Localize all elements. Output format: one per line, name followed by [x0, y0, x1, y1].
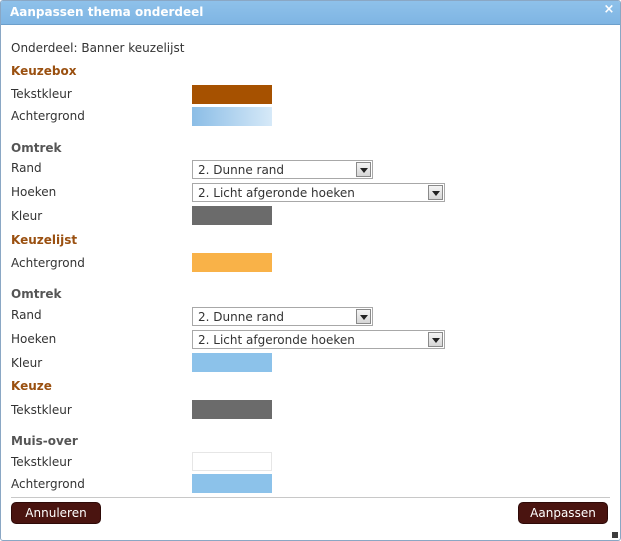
apply-button[interactable]: Aanpassen: [518, 502, 608, 524]
omtrek2-corners-label: Hoeken: [11, 332, 57, 346]
section-muis-over: Muis-over: [11, 434, 78, 448]
omtrek1-corners-select[interactable]: 2. Licht afgeronde hoeken: [192, 183, 445, 202]
chevron-down-icon[interactable]: [356, 309, 371, 324]
chevron-down-icon[interactable]: [428, 185, 443, 200]
keuzebox-background-label: Achtergrond: [11, 109, 85, 123]
omtrek2-border-label: Rand: [11, 308, 42, 322]
muisover-text-color-swatch[interactable]: [192, 452, 272, 471]
section-omtrek-2: Omtrek: [11, 287, 62, 301]
omtrek1-border-label: Rand: [11, 161, 42, 175]
section-keuze: Keuze: [11, 379, 52, 393]
omtrek1-color-swatch[interactable]: [192, 206, 272, 225]
section-keuzelijst: Keuzelijst: [11, 233, 78, 247]
keuzelijst-background-label: Achtergrond: [11, 256, 85, 270]
omtrek2-border-value: 2. Dunne rand: [198, 310, 285, 324]
muisover-background-swatch[interactable]: [192, 474, 272, 493]
omtrek1-border-select[interactable]: 2. Dunne rand: [192, 160, 373, 179]
keuzebox-text-color-label: Tekstkleur: [11, 87, 72, 101]
omtrek2-corners-select[interactable]: 2. Licht afgeronde hoeken: [192, 330, 445, 349]
omtrek2-color-swatch[interactable]: [192, 353, 272, 372]
omtrek1-border-value: 2. Dunne rand: [198, 163, 285, 177]
omtrek2-border-select[interactable]: 2. Dunne rand: [192, 307, 373, 326]
omtrek2-color-label: Kleur: [11, 356, 43, 370]
muisover-background-label: Achtergrond: [11, 477, 85, 491]
section-keuzebox: Keuzebox: [11, 64, 77, 78]
omtrek2-corners-value: 2. Licht afgeronde hoeken: [198, 333, 355, 347]
section-omtrek-1: Omtrek: [11, 141, 62, 155]
theme-dialog: Aanpassen thema onderdeel × Onderdeel: B…: [0, 0, 621, 541]
footer-divider: [11, 497, 610, 498]
cancel-button[interactable]: Annuleren: [11, 502, 101, 524]
keuzebox-text-color-swatch[interactable]: [192, 85, 272, 104]
keuzebox-background-swatch[interactable]: [192, 107, 272, 126]
keuzelijst-background-swatch[interactable]: [192, 253, 272, 272]
resize-handle-icon[interactable]: [612, 532, 618, 538]
component-label: Onderdeel: Banner keuzelijst: [11, 41, 185, 55]
omtrek1-corners-value: 2. Licht afgeronde hoeken: [198, 186, 355, 200]
dialog-titlebar[interactable]: Aanpassen thema onderdeel ×: [1, 1, 620, 25]
dialog-title: Aanpassen thema onderdeel: [10, 5, 204, 19]
omtrek1-corners-label: Hoeken: [11, 185, 57, 199]
close-icon[interactable]: ×: [602, 3, 616, 17]
muisover-text-color-label: Tekstkleur: [11, 455, 72, 469]
chevron-down-icon[interactable]: [428, 332, 443, 347]
chevron-down-icon[interactable]: [356, 162, 371, 177]
keuze-text-color-swatch[interactable]: [192, 400, 272, 419]
keuze-text-color-label: Tekstkleur: [11, 403, 72, 417]
omtrek1-color-label: Kleur: [11, 209, 43, 223]
